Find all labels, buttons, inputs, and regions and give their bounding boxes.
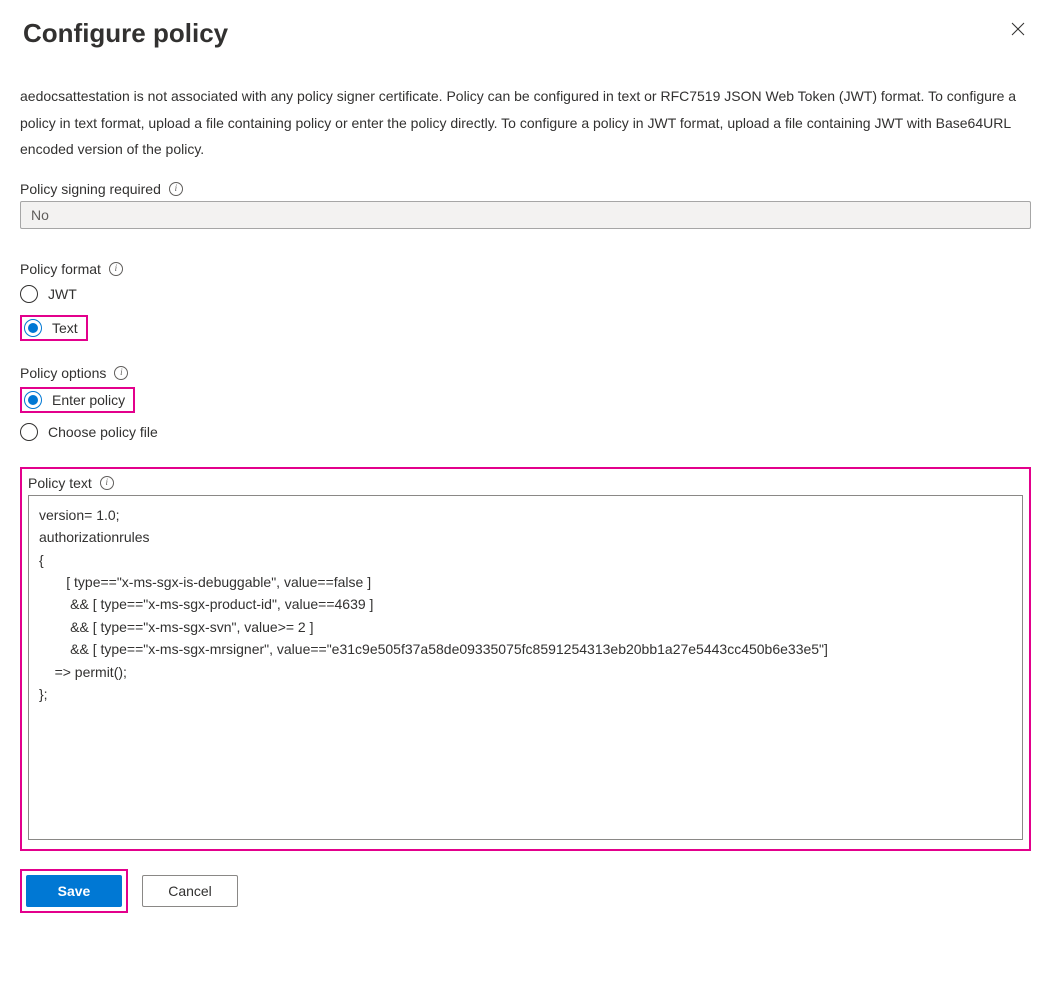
info-icon[interactable]: i [100,476,114,490]
options-label: Policy options [20,365,106,381]
signing-label: Policy signing required [20,181,161,197]
info-icon[interactable]: i [169,182,183,196]
radio-choose-file-label[interactable]: Choose policy file [48,424,158,440]
format-label: Policy format [20,261,101,277]
radio-text-label[interactable]: Text [52,320,78,336]
radio-enter-policy-label[interactable]: Enter policy [52,392,125,408]
policy-text-input[interactable] [28,495,1023,840]
radio-enter-policy[interactable] [24,391,42,409]
radio-jwt[interactable] [20,285,38,303]
close-icon[interactable] [1005,18,1031,44]
radio-jwt-label[interactable]: JWT [48,286,77,302]
save-button[interactable]: Save [26,875,122,907]
signing-input [20,201,1031,229]
policy-text-label: Policy text [28,475,92,491]
info-icon[interactable]: i [114,366,128,380]
page-title: Configure policy [23,18,228,49]
description-text: aedocsattestation is not associated with… [20,83,1031,163]
radio-text[interactable] [24,319,42,337]
info-icon[interactable]: i [109,262,123,276]
cancel-button[interactable]: Cancel [142,875,238,907]
radio-choose-file[interactable] [20,423,38,441]
